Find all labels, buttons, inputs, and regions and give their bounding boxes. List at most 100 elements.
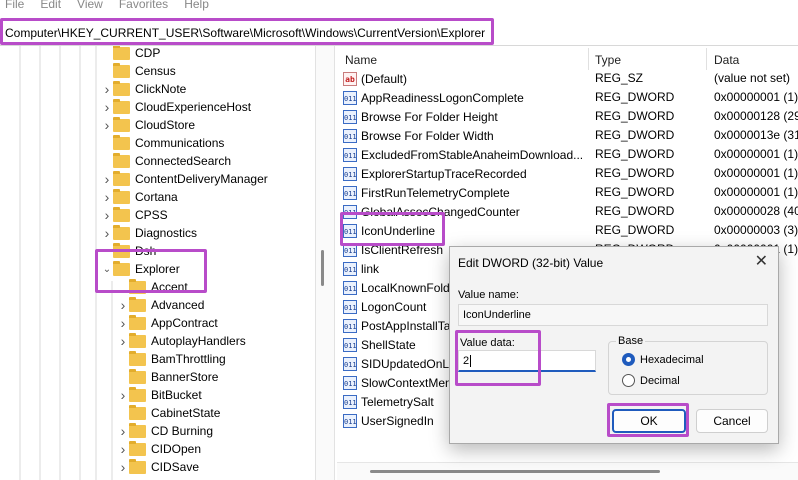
chevron-right-icon[interactable]: ›: [117, 423, 129, 439]
value-data-text[interactable]: 2: [463, 355, 469, 367]
tree-item-label[interactable]: CPSS: [135, 208, 168, 222]
column-header-data[interactable]: Data: [714, 50, 739, 70]
chevron-right-icon[interactable]: ›: [101, 207, 113, 223]
tree-item-label[interactable]: CDP: [135, 46, 160, 60]
tree-item-label[interactable]: BannerStore: [151, 370, 218, 384]
tree-scrollbar[interactable]: [315, 46, 335, 480]
chevron-right-icon[interactable]: ›: [101, 99, 113, 115]
value-name[interactable]: LocalKnownFold: [361, 281, 450, 295]
ok-button[interactable]: OK: [612, 409, 686, 433]
value-name[interactable]: IconUnderline: [361, 224, 435, 238]
chevron-right-icon[interactable]: ›: [101, 81, 113, 97]
tree-item-label[interactable]: Explorer: [135, 262, 180, 276]
value-row[interactable]: 011 link: [343, 259, 379, 278]
value-name[interactable]: link: [361, 262, 379, 276]
tree-item-label[interactable]: BitBucket: [151, 388, 202, 402]
value-row[interactable]: 011 PostAppInstallTa: [343, 316, 450, 335]
close-icon[interactable]: ✕: [755, 251, 768, 271]
tree-item-label[interactable]: Diagnostics: [135, 226, 197, 240]
address-bar[interactable]: Computer\HKEY_CURRENT_USER\Software\Micr…: [0, 20, 798, 46]
tree-item[interactable]: › Advanced: [117, 296, 204, 314]
value-name[interactable]: Browse For Folder Width: [361, 129, 494, 143]
tree-item[interactable]: › CloudStore: [101, 116, 195, 134]
menu-view[interactable]: View: [77, 0, 103, 14]
cancel-button[interactable]: Cancel: [696, 409, 768, 433]
menu-favorites[interactable]: Favorites: [119, 0, 168, 14]
address-path[interactable]: Computer\HKEY_CURRENT_USER\Software\Micr…: [5, 26, 485, 40]
value-row[interactable]: 011 ExplorerStartupTraceRecorded: [343, 164, 527, 183]
chevron-right-icon[interactable]: ›: [101, 171, 113, 187]
tree-item-label[interactable]: CD Burning: [151, 424, 213, 438]
hexadecimal-label[interactable]: Hexadecimal: [640, 354, 704, 366]
chevron-right-icon[interactable]: ›: [117, 333, 129, 349]
tree-item[interactable]: Census: [101, 62, 176, 80]
tree-item[interactable]: › CIDSave: [117, 458, 199, 476]
menu-edit[interactable]: Edit: [40, 0, 61, 14]
chevron-right-icon[interactable]: ›: [117, 441, 129, 457]
tree-scrollbar-thumb[interactable]: [321, 250, 324, 286]
value-name[interactable]: FirstRunTelemetryComplete: [361, 186, 510, 200]
value-name[interactable]: (Default): [361, 72, 407, 86]
tree-item[interactable]: BannerStore: [117, 368, 218, 386]
tree-item[interactable]: › Cortana: [101, 188, 178, 206]
value-row[interactable]: 011 IsClientRefresh: [343, 240, 443, 259]
tree-item[interactable]: › BitBucket: [117, 386, 202, 404]
tree-item[interactable]: › AutoplayHandlers: [117, 332, 246, 350]
tree-item-label[interactable]: CIDSave: [151, 460, 199, 474]
radio-unselected-icon[interactable]: [622, 374, 635, 387]
value-name[interactable]: AppReadinessLogonComplete: [361, 91, 524, 105]
value-row[interactable]: 011 Browse For Folder Height: [343, 107, 498, 126]
value-name[interactable]: ExcludedFromStableAnaheimDownload...: [361, 148, 583, 162]
chevron-right-icon[interactable]: ›: [117, 459, 129, 475]
column-header-type[interactable]: Type: [595, 50, 621, 70]
tree-item[interactable]: CDP: [101, 46, 160, 62]
tree-item-label[interactable]: CabinetState: [151, 406, 220, 420]
chevron-right-icon[interactable]: ›: [117, 387, 129, 403]
decimal-radio[interactable]: Decimal: [622, 374, 680, 387]
value-row[interactable]: 011 FirstRunTelemetryComplete: [343, 183, 510, 202]
value-row[interactable]: 011 TelemetrySalt: [343, 392, 434, 411]
value-row[interactable]: 011 Browse For Folder Width: [343, 126, 494, 145]
tree-item[interactable]: › AppContract: [117, 314, 218, 332]
tree-item[interactable]: BamThrottling: [117, 350, 226, 368]
chevron-right-icon[interactable]: ›: [117, 315, 129, 331]
tree-item[interactable]: CabinetState: [117, 404, 220, 422]
tree-item[interactable]: › CIDOpen: [117, 440, 201, 458]
tree-item[interactable]: ⌄ Explorer: [101, 260, 180, 278]
value-name[interactable]: SIDUpdatedOnLi: [361, 357, 452, 371]
menu-help[interactable]: Help: [184, 0, 209, 14]
column-separator[interactable]: [588, 48, 589, 70]
tree-item[interactable]: Accent: [117, 278, 188, 296]
tree-item[interactable]: Communications: [101, 134, 224, 152]
radio-selected-icon[interactable]: [622, 353, 635, 366]
column-separator[interactable]: [706, 48, 707, 70]
tree-item-label[interactable]: Advanced: [151, 298, 204, 312]
value-row[interactable]: 011 LocalKnownFold: [343, 278, 450, 297]
tree-item[interactable]: › CD Burning: [117, 422, 213, 440]
chevron-right-icon[interactable]: ›: [101, 189, 113, 205]
tree-item-label[interactable]: Accent: [151, 280, 188, 294]
value-name[interactable]: PostAppInstallTa: [361, 319, 450, 333]
chevron-right-icon[interactable]: ›: [101, 225, 113, 241]
tree-item-label[interactable]: Cortana: [135, 190, 178, 204]
tree-item-label[interactable]: AppContract: [151, 316, 218, 330]
value-name[interactable]: LogonCount: [361, 300, 426, 314]
value-row[interactable]: ab (Default): [343, 69, 407, 88]
tree-item-label[interactable]: Communications: [135, 136, 224, 150]
value-name[interactable]: ShellState: [361, 338, 416, 352]
value-row[interactable]: 011 GlobalAssocChangedCounter: [343, 202, 520, 221]
tree-item-label[interactable]: ClickNote: [135, 82, 186, 96]
tree-item-label[interactable]: ConnectedSearch: [135, 154, 231, 168]
value-name[interactable]: GlobalAssocChangedCounter: [361, 205, 520, 219]
column-header-name[interactable]: Name: [345, 50, 377, 70]
tree-item-label[interactable]: CloudStore: [135, 118, 195, 132]
tree-item-label[interactable]: AutoplayHandlers: [151, 334, 246, 348]
tree-item[interactable]: › CloudExperienceHost: [101, 98, 251, 116]
tree-item-label[interactable]: CloudExperienceHost: [135, 100, 251, 114]
hexadecimal-radio[interactable]: Hexadecimal: [622, 353, 704, 366]
tree-item-label[interactable]: Census: [135, 64, 176, 78]
tree-item[interactable]: › ContentDeliveryManager: [101, 170, 268, 188]
tree-item[interactable]: › Diagnostics: [101, 224, 197, 242]
value-row[interactable]: 011 UserSignedIn: [343, 411, 434, 430]
value-row[interactable]: 011 SIDUpdatedOnLi: [343, 354, 452, 373]
